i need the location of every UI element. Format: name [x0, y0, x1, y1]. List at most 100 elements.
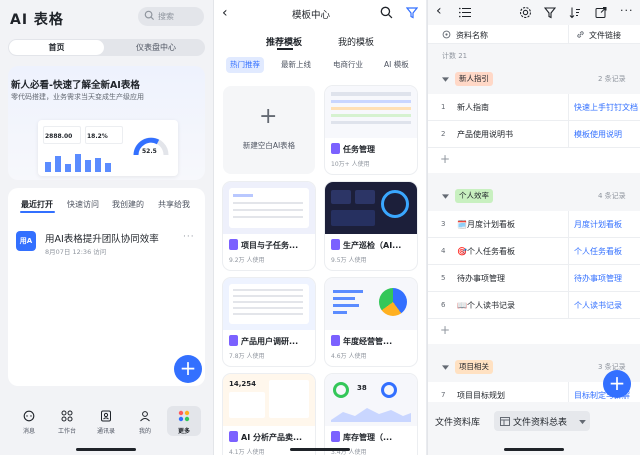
tabbar-workbench[interactable]: 工作台 [52, 410, 82, 435]
filter-icon[interactable] [543, 6, 557, 21]
collapse-caret-icon[interactable] [442, 76, 449, 85]
row-index: 4 [441, 247, 446, 255]
template-uses: 10万+ 人使用 [331, 161, 370, 168]
table-header: 资料名称 文件链接 [428, 25, 640, 44]
add-record-button[interactable]: + [428, 148, 640, 173]
template-card[interactable]: 38 库存管理（... 3.4万 人使用 [325, 374, 417, 455]
table-row[interactable]: 5 待办事项管理 待办事项管理 [428, 265, 640, 292]
search-icon[interactable] [380, 6, 393, 21]
doc-purple-icon [229, 335, 238, 346]
template-card[interactable]: 14,254 AI 分析产品卖... 4.1万 人使用 [223, 374, 315, 455]
tabbar-more[interactable]: 更多 [169, 410, 199, 435]
row-index: 6 [441, 301, 446, 309]
preview-kpi-1: 2888.00 [45, 133, 73, 140]
chip-ai-templates[interactable]: AI 模板 [384, 57, 409, 73]
collapse-caret-icon[interactable] [442, 364, 449, 373]
collapse-caret-icon[interactable] [442, 193, 449, 202]
create-fab-button[interactable]: + [174, 355, 202, 383]
table-row[interactable]: 2 产品使用说明书 模板使用说明 [428, 121, 640, 148]
doc-purple-icon [331, 143, 340, 154]
share-icon[interactable] [595, 6, 607, 21]
chip-latest[interactable]: 最新上线 [281, 57, 311, 73]
more-icon[interactable]: ··· [620, 4, 634, 17]
active-tab-indicator [277, 48, 293, 50]
tab-shared-with-me[interactable]: 共享给我 [158, 199, 190, 210]
table-row[interactable]: 1 新人指南 快速上手钉钉文档 [428, 94, 640, 121]
tabbar-contacts[interactable]: 通讯录 [91, 410, 121, 435]
record-count: 计数 21 [442, 52, 468, 60]
back-icon[interactable]: ‹ [436, 3, 442, 19]
row-name: 🎯个人任务看板 [457, 247, 515, 256]
doc-purple-icon [229, 431, 238, 442]
row-link[interactable]: 待办事项管理 [574, 273, 622, 284]
tabbar-label: 消息 [22, 428, 35, 435]
cell-divider [568, 238, 569, 265]
row-link[interactable]: 个人任务看板 [574, 246, 622, 257]
group-header[interactable]: 新人指引 2 条记录 [428, 70, 640, 88]
column-header-name[interactable]: 资料名称 [456, 30, 488, 41]
template-card[interactable]: 年度经营管... 4.6万 人使用 [325, 278, 417, 366]
group-header[interactable]: 个人效率 4 条记录 [428, 187, 640, 205]
group-badge: 项目相关 [455, 360, 493, 374]
recent-doc-title[interactable]: 用AI表格提升团队协同效率 [45, 231, 159, 245]
tab-recommended-templates[interactable]: 推荐模板 [266, 35, 302, 48]
list-icon[interactable] [459, 7, 471, 20]
template-thumbnail [325, 182, 417, 234]
row-name: 🗓️月度计划看板 [457, 220, 515, 229]
template-thumbnail [325, 278, 417, 330]
filter-icon[interactable] [405, 6, 419, 21]
template-uses: 4.6万 人使用 [331, 353, 367, 360]
template-card[interactable]: 产品用户调研... 7.8万 人使用 [223, 278, 315, 366]
template-card[interactable]: 任务管理 10万+ 人使用 [325, 86, 417, 174]
template-card[interactable]: 生产巡检（AI... 9.5万 人使用 [325, 182, 417, 270]
thumb-metric: 14,254 [229, 380, 257, 388]
plus-icon: + [440, 152, 451, 166]
new-blank-table-card[interactable]: + 新建空白AI表格 [223, 86, 315, 174]
more-icon[interactable]: ··· [183, 232, 195, 242]
table-row[interactable]: 4 🎯个人任务看板 个人任务看板 [428, 238, 640, 265]
template-uses: 7.8万 人使用 [229, 353, 265, 360]
row-index: 5 [441, 274, 446, 282]
row-index: 7 [441, 391, 446, 399]
message-icon [14, 410, 44, 424]
tabbar-me[interactable]: 我的 [130, 410, 160, 435]
back-icon[interactable]: ‹ [222, 5, 228, 21]
gear-icon[interactable] [519, 6, 532, 21]
template-card[interactable]: 项目与子任务... 9.2万 人使用 [223, 182, 315, 270]
area-thumb [331, 408, 411, 422]
sort-icon[interactable] [569, 6, 581, 21]
active-tab-indicator [20, 211, 55, 213]
row-link[interactable]: 模板使用说明 [574, 129, 622, 140]
cell-divider [568, 121, 569, 148]
template-uses: 4.1万 人使用 [229, 449, 265, 455]
template-thumbnail [325, 86, 417, 138]
tab-quick-access[interactable]: 快速访问 [67, 199, 99, 210]
sheet-footer: 文件资料库 文件资料总表 [428, 402, 640, 455]
field-type-icon [442, 30, 451, 41]
tab-recent-opened[interactable]: 最近打开 [21, 199, 53, 210]
contacts-icon [91, 410, 121, 424]
library-name[interactable]: 文件资料库 [435, 415, 480, 428]
row-link[interactable]: 快速上手钉钉文档 [574, 102, 638, 113]
row-name: 📖个人读书记录 [457, 301, 515, 310]
tab-home[interactable]: 首页 [9, 40, 104, 55]
table-row[interactable]: 6 📖个人读书记录 个人读书记录 [428, 292, 640, 319]
row-link[interactable]: 个人读书记录 [574, 300, 622, 311]
template-title: 任务管理 [343, 145, 375, 154]
row-link[interactable]: 月度计划看板 [574, 219, 622, 230]
tab-dashboard-center[interactable]: 仪表盘中心 [108, 40, 204, 55]
thumb-metric: 38 [357, 384, 367, 392]
add-record-fab[interactable]: + [603, 370, 631, 398]
search-input[interactable]: 搜索 [138, 7, 204, 26]
add-record-button[interactable]: + [428, 319, 640, 344]
tab-my-templates[interactable]: 我的模板 [338, 35, 374, 48]
tab-created-by-me[interactable]: 我创建的 [112, 199, 144, 210]
tabbar-messages[interactable]: 消息 [14, 410, 44, 435]
chip-hot-picks[interactable]: 热门推荐 [226, 57, 264, 73]
chip-ecommerce[interactable]: 电商行业 [333, 57, 363, 73]
template-title: AI 分析产品卖... [241, 433, 303, 442]
table-row[interactable]: 3 🗓️月度计划看板 月度计划看板 [428, 211, 640, 238]
column-header-link[interactable]: 文件链接 [589, 30, 621, 41]
dashboard-preview-image: 2888.00 18.2% 52.5 [38, 120, 178, 176]
doc-app-icon: 用A [16, 231, 36, 251]
